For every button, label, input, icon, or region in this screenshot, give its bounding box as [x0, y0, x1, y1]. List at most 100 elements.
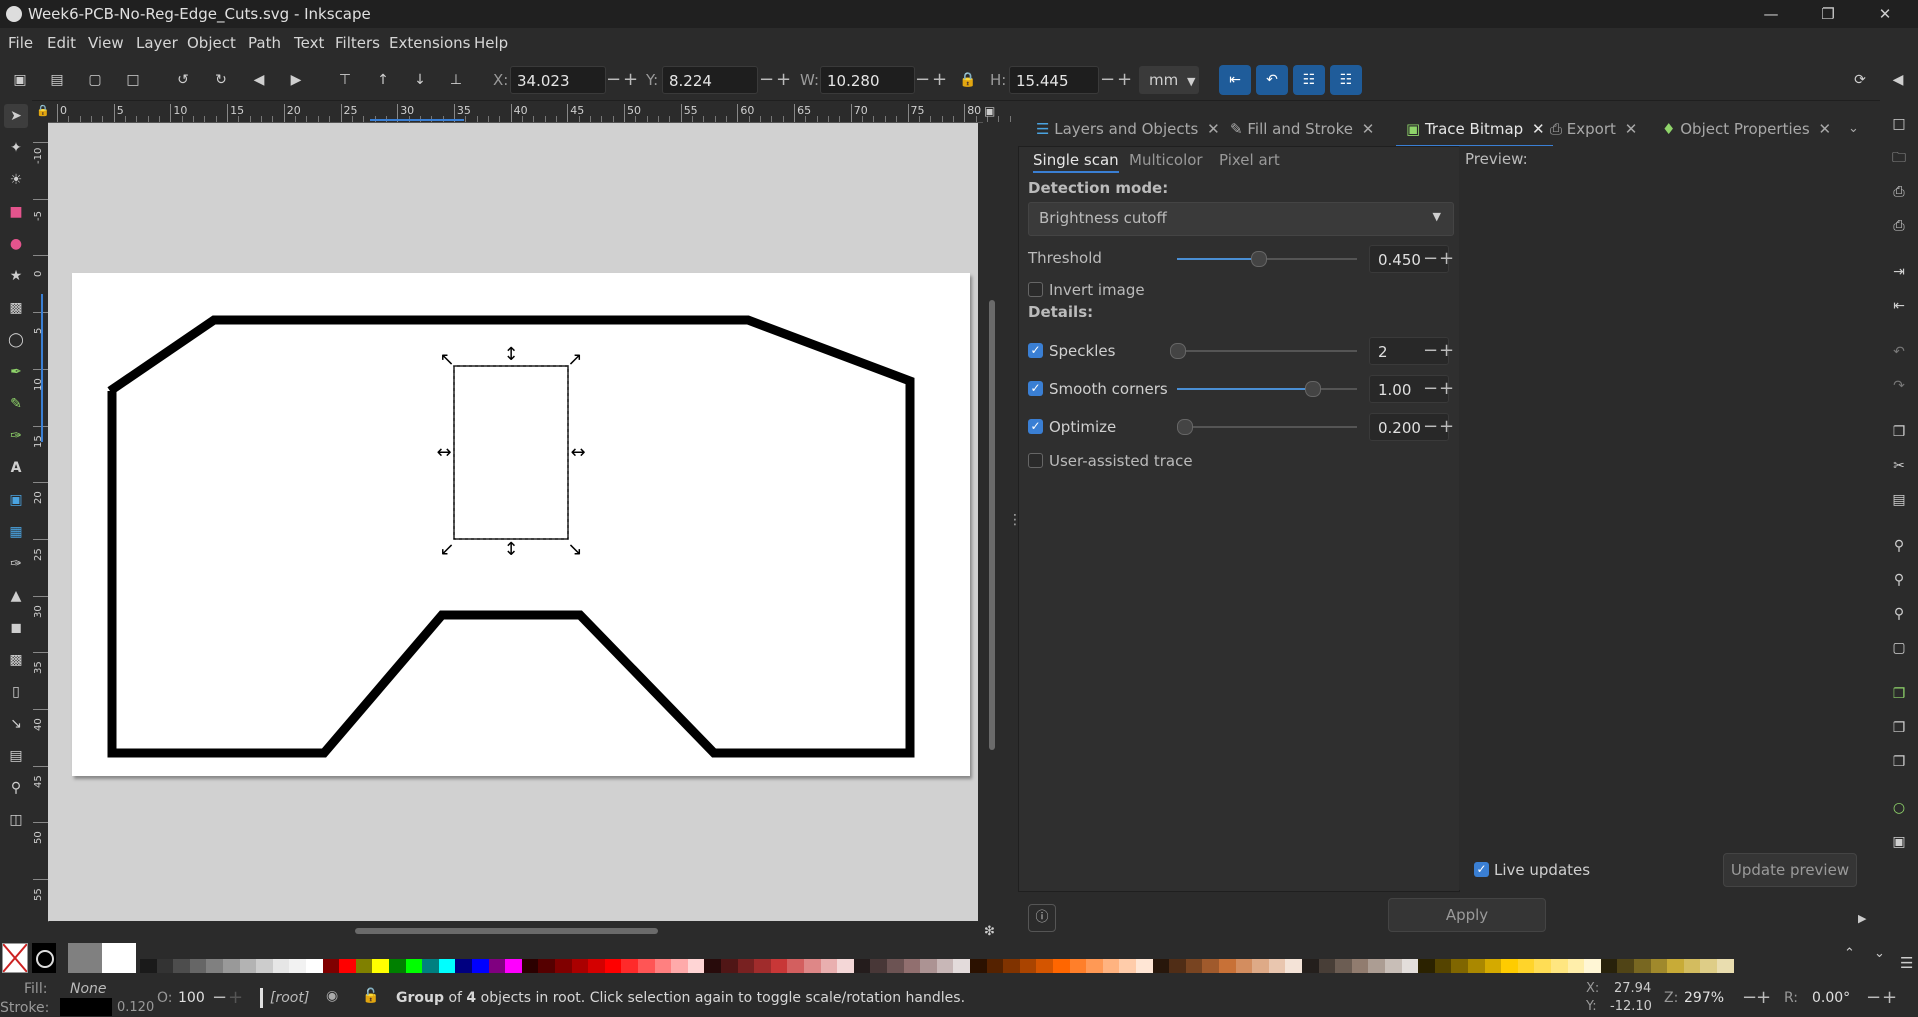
palette-swatch[interactable] — [272, 959, 290, 973]
tab-export[interactable]: ⎙ Export ✕ — [1550, 114, 1637, 144]
lower-to-bottom-icon[interactable]: ⊥ — [444, 68, 468, 92]
palette-swatch[interactable] — [638, 959, 655, 973]
touch-select-icon[interactable]: □ — [121, 68, 145, 92]
transform-corners-icon[interactable]: ↶ — [1256, 65, 1288, 95]
palette-swatch[interactable] — [1551, 959, 1568, 973]
update-preview-button[interactable]: Update preview — [1723, 853, 1857, 887]
palette-swatch[interactable] — [787, 959, 805, 973]
palette-swatch[interactable] — [455, 959, 473, 973]
unlink-clone-icon[interactable]: ❐ — [1887, 750, 1911, 774]
layer-lock-icon[interactable]: 🔓 — [362, 988, 379, 1004]
palette-swatch[interactable] — [1169, 959, 1187, 973]
palette-swatch[interactable] — [953, 959, 971, 973]
export-icon[interactable]: ⇤ — [1887, 294, 1911, 318]
palette-swatch[interactable] — [1185, 959, 1203, 973]
optimize-decrement-button[interactable]: − — [1423, 413, 1438, 441]
zoom-selection-icon[interactable]: ⚲ — [1887, 534, 1911, 558]
node-tool-icon[interactable]: ✦ — [4, 136, 28, 160]
text-tool-icon[interactable]: A — [4, 456, 28, 480]
box-3d-tool-icon[interactable]: ▩ — [4, 296, 28, 320]
eraser-tool-icon[interactable]: ▯ — [4, 680, 28, 704]
palette-swatch[interactable] — [1401, 959, 1419, 973]
smooth-decrement-button[interactable]: − — [1423, 375, 1438, 403]
x-decrement-button[interactable]: − — [606, 66, 621, 94]
smooth-corners-slider[interactable] — [1177, 379, 1357, 399]
palette-swatch[interactable] — [339, 959, 357, 973]
star-tool-icon[interactable]: ★ — [4, 264, 28, 288]
vertical-scrollbar[interactable] — [989, 300, 995, 750]
white-swatch[interactable] — [102, 943, 136, 973]
zoom-decrement-button[interactable]: − — [1742, 984, 1757, 1012]
palette-swatch[interactable] — [1683, 959, 1701, 973]
palette-swatch[interactable] — [1252, 959, 1270, 973]
tweak-tool-icon[interactable]: ☀ — [4, 168, 28, 192]
palette-swatch[interactable] — [1136, 959, 1153, 973]
speckles-increment-button[interactable]: + — [1439, 337, 1454, 365]
close-icon[interactable]: ✕ — [1207, 120, 1220, 138]
menu-path[interactable]: Path — [248, 34, 281, 52]
close-icon[interactable]: ✕ — [1532, 120, 1545, 138]
speckles-knob[interactable] — [1170, 343, 1186, 359]
palette-swatch[interactable] — [322, 959, 340, 973]
no-paint-swatch[interactable] — [2, 943, 28, 973]
optimize-checkbox[interactable]: ✓ — [1028, 419, 1043, 434]
apply-button[interactable]: Apply — [1388, 898, 1546, 932]
threshold-decrement-button[interactable]: − — [1423, 245, 1438, 273]
menu-view[interactable]: View — [88, 34, 124, 52]
palette-swatch[interactable] — [405, 959, 423, 973]
palette-swatch[interactable] — [223, 959, 240, 973]
smooth-corners-checkbox[interactable]: ✓ — [1028, 381, 1043, 396]
palette-swatch[interactable] — [588, 959, 606, 973]
palette-swatch[interactable] — [1534, 959, 1552, 973]
ellipse-tool-icon[interactable]: ● — [4, 232, 28, 256]
palette-swatch[interactable] — [1700, 959, 1718, 973]
raise-to-top-icon[interactable]: ⊤ — [333, 68, 357, 92]
threshold-increment-button[interactable]: + — [1439, 245, 1454, 273]
palette-menu-icon[interactable]: ☰ — [1900, 954, 1913, 972]
palette-swatch[interactable] — [770, 959, 788, 973]
vertical-ruler[interactable]: -10 -5 0 5 10 15 20 25 30 35 40 45 50 55 — [33, 122, 49, 922]
menu-extensions[interactable]: Extensions — [389, 34, 470, 52]
cut-icon[interactable]: ✂ — [1887, 454, 1911, 478]
open-document-icon[interactable]: 🗀 — [1887, 146, 1911, 170]
palette-swatch[interactable] — [1368, 959, 1386, 973]
opacity-decrement-button[interactable]: − — [212, 984, 227, 1012]
palette-swatch[interactable] — [555, 959, 572, 973]
tab-trace-bitmap[interactable]: ▣ Trace Bitmap ✕ — [1396, 114, 1553, 148]
mesh-tool-icon[interactable]: ▦ — [4, 520, 28, 544]
palette-swatch[interactable] — [521, 959, 539, 973]
menu-file[interactable]: File — [8, 34, 33, 52]
spray-tool-icon[interactable]: ▩ — [4, 648, 28, 672]
x-input[interactable]: 34.023 — [510, 66, 606, 94]
invert-image-checkbox[interactable] — [1028, 282, 1043, 297]
palette-scroll-up-icon[interactable]: ⌃ — [1844, 946, 1855, 961]
palette-swatch[interactable] — [754, 959, 772, 973]
transform-stroke-icon[interactable]: ⇤ — [1219, 65, 1251, 95]
palette-swatch[interactable] — [488, 959, 506, 973]
palette-swatch[interactable] — [538, 959, 556, 973]
gradient-tool-icon[interactable]: ▣ — [4, 488, 28, 512]
stroke-swatch[interactable] — [60, 998, 112, 1016]
palette-swatch[interactable] — [1434, 959, 1452, 973]
palette-swatch[interactable] — [853, 959, 871, 973]
close-window-button[interactable]: ✕ — [1862, 2, 1908, 26]
snap-toggle-icon[interactable]: ⟳ — [1848, 68, 1872, 92]
menu-help[interactable]: Help — [474, 34, 508, 52]
rotate-increment-button[interactable]: + — [1882, 984, 1897, 1012]
drawing[interactable]: ↖ ↕ ↗ ↔ ↔ ↙ ↕ ↘ — [48, 123, 978, 921]
stroke-width-value[interactable]: 0.120 — [117, 1000, 154, 1015]
mode-tab-single-scan[interactable]: Single scan — [1033, 151, 1119, 173]
palette-swatch[interactable] — [1451, 959, 1469, 973]
layer-visibility-icon[interactable]: ◉ — [326, 988, 338, 1004]
palette-swatch[interactable] — [687, 959, 705, 973]
y-input[interactable]: 8.224 — [662, 66, 758, 94]
palette-swatch[interactable] — [189, 959, 207, 973]
menu-filters[interactable]: Filters — [335, 34, 380, 52]
palette-swatch[interactable] — [903, 959, 921, 973]
palette-swatch[interactable] — [1219, 959, 1236, 973]
deselect-icon[interactable]: ▢ — [83, 68, 107, 92]
rotate-ccw-icon[interactable]: ↺ — [171, 68, 195, 92]
palette-swatch[interactable] — [173, 959, 191, 973]
menu-text[interactable]: Text — [294, 34, 324, 52]
close-icon[interactable]: ✕ — [1362, 120, 1375, 138]
